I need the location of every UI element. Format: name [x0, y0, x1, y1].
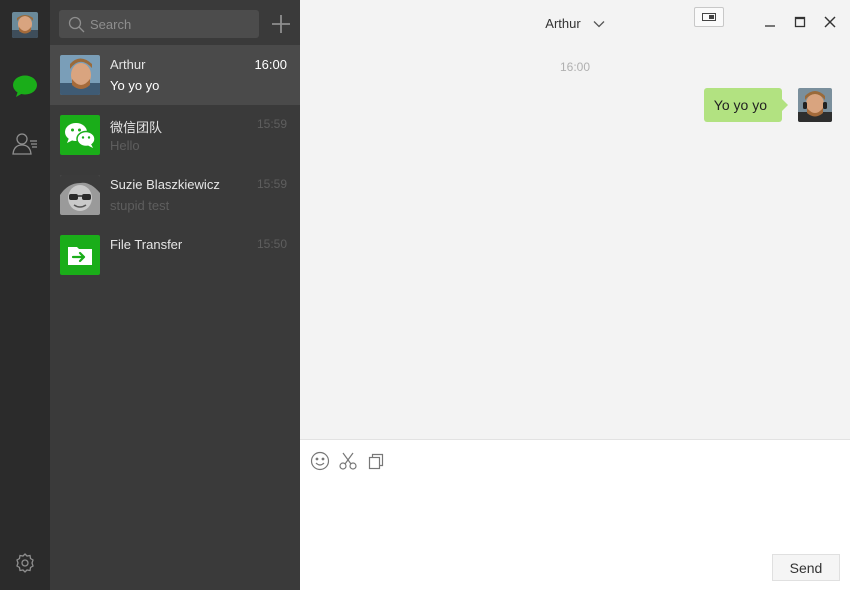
message-timestamp: 16:00 — [559, 60, 591, 74]
conversation-item-wechat-team[interactable]: 微信团队 15:59 Hello — [50, 105, 300, 165]
scissors-icon — [339, 452, 357, 470]
conversation-time: 15:59 — [256, 177, 287, 191]
emoji-icon — [310, 451, 330, 471]
gear-icon[interactable] — [14, 552, 36, 574]
minimize-icon — [765, 25, 775, 27]
close-button[interactable] — [822, 14, 838, 30]
add-chat-button[interactable] — [269, 12, 293, 36]
conversation-last-message: Hello — [110, 138, 140, 153]
conversation-name: 微信团队 — [110, 120, 163, 135]
wechat-logo-icon — [60, 115, 100, 155]
close-icon — [824, 16, 836, 28]
conversation-name: Suzie Blaszkiewicz — [110, 177, 220, 192]
mini-mode-button[interactable] — [694, 7, 724, 27]
file-icon — [368, 453, 384, 470]
conversation-last-message: Yo yo yo — [110, 78, 160, 93]
screenshot-button[interactable] — [338, 451, 358, 471]
nav-sidebar — [0, 0, 50, 590]
contacts-icon[interactable] — [12, 131, 38, 157]
send-button[interactable]: Send — [772, 554, 840, 581]
conversation-time: 15:50 — [256, 237, 287, 251]
chat-title: Arthur — [545, 16, 581, 31]
file-button[interactable] — [366, 451, 386, 471]
chat-icon[interactable] — [12, 73, 38, 99]
conversation-time: 15:59 — [256, 117, 287, 131]
search-input[interactable] — [90, 10, 255, 38]
message-input[interactable] — [310, 480, 840, 550]
conversation-item-arthur[interactable]: Arthur 16:00 Yo yo yo — [50, 45, 300, 105]
conversation-item-file-transfer[interactable]: File Transfer 15:50 — [50, 225, 300, 285]
conversation-name: Arthur — [110, 57, 146, 72]
search-icon — [68, 16, 85, 33]
contact-avatar — [60, 55, 100, 95]
maximize-button[interactable] — [792, 14, 808, 30]
mini-window-icon — [702, 13, 716, 21]
conversation-name: File Transfer — [110, 237, 183, 252]
sender-avatar[interactable] — [798, 88, 832, 122]
search-box[interactable] — [59, 10, 259, 38]
chevron-down-icon — [593, 21, 605, 28]
emoji-button[interactable] — [310, 451, 330, 471]
chat-title-dropdown[interactable]: Arthur — [545, 0, 605, 48]
contact-avatar — [60, 175, 100, 215]
conversation-item-suzie[interactable]: Suzie Blaszkiewicz 15:59 stupid test — [50, 165, 300, 225]
file-transfer-icon — [60, 235, 100, 275]
profile-avatar[interactable] — [12, 12, 38, 38]
conversation-last-message: stupid test — [110, 198, 170, 213]
minimize-button[interactable] — [762, 14, 778, 30]
maximize-icon — [794, 16, 806, 28]
message-bubble-sent[interactable]: Yo yo yo — [703, 88, 789, 122]
message-composer: Send — [300, 439, 850, 590]
chat-panel: Arthur 16:00 Yo yo yo — [300, 0, 850, 440]
conversation-list: Arthur 16:00 Yo yo yo 微信团队 15:59 Hello — [50, 0, 300, 590]
conversation-time: 16:00 — [254, 57, 287, 72]
